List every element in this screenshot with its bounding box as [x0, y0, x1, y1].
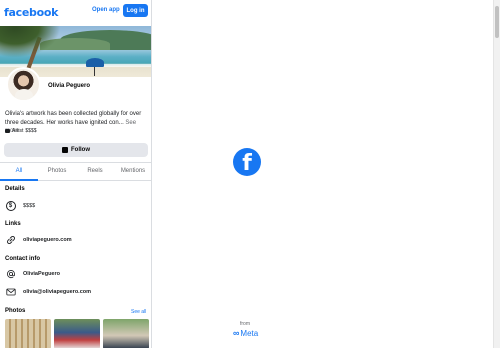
- photo-thumbnail[interactable]: [5, 319, 51, 348]
- see-all-photos-link[interactable]: See all: [131, 309, 146, 315]
- at-icon: [5, 268, 16, 279]
- instagram-handle[interactable]: OliviaPeguero: [23, 271, 60, 277]
- details-price: $$$$: [23, 202, 36, 209]
- meta-infinity-icon: ∞: [233, 328, 240, 338]
- bio-body: Olivia's artwork has been collected glob…: [5, 111, 142, 126]
- details-price-row: $ $$$$: [5, 200, 35, 211]
- tab-all[interactable]: All: [0, 162, 38, 181]
- profile-name: Olivia Peguero: [48, 83, 91, 89]
- vertical-scrollbar[interactable]: [493, 0, 500, 348]
- follow-button[interactable]: Follow: [4, 143, 148, 157]
- from-label: from: [240, 321, 250, 327]
- link-icon: [5, 234, 16, 245]
- website-row[interactable]: oliviapeguero.com: [5, 234, 72, 245]
- facebook-logo[interactable]: facebook: [4, 6, 58, 19]
- follow-label: Follow: [71, 147, 90, 153]
- tab-mentions[interactable]: Mentions: [114, 162, 151, 180]
- top-bar: facebook Open app Log in: [0, 0, 151, 24]
- facebook-f-icon: f: [233, 148, 261, 176]
- envelope-icon: [5, 286, 16, 297]
- meta-wordmark: Meta: [240, 328, 259, 338]
- photo-grid: [5, 319, 149, 348]
- scrollbar-thumb[interactable]: [495, 6, 499, 38]
- photo-thumbnail[interactable]: [103, 319, 149, 348]
- category-label: Artist: [12, 128, 24, 134]
- contact-heading: Contact info: [5, 256, 40, 262]
- meta-logo: ∞ Meta: [233, 328, 258, 338]
- briefcase-icon: [5, 129, 10, 133]
- photos-heading: Photos: [5, 308, 26, 314]
- category-row: Artist $$$$: [5, 128, 37, 134]
- photo-thumbnail[interactable]: [54, 319, 100, 348]
- price-label: $$$$: [25, 128, 37, 134]
- website-link[interactable]: oliviapeguero.com: [23, 237, 72, 243]
- follow-icon: [62, 147, 68, 153]
- price-icon: $: [5, 200, 16, 211]
- profile-panel: facebook Open app Log in Olivia Peguero …: [0, 0, 152, 348]
- login-button[interactable]: Log in: [123, 4, 148, 17]
- splash-panel: f from ∞ Meta: [153, 0, 493, 348]
- email-address[interactable]: olivia@oliviapeguero.com: [23, 289, 91, 295]
- avatar[interactable]: [6, 67, 41, 102]
- tab-photos[interactable]: Photos: [38, 162, 76, 180]
- email-row[interactable]: olivia@oliviapeguero.com: [5, 286, 91, 297]
- open-app-link[interactable]: Open app: [92, 7, 120, 13]
- links-heading: Links: [5, 221, 21, 227]
- instagram-row[interactable]: OliviaPeguero: [5, 268, 60, 279]
- details-heading: Details: [5, 186, 25, 192]
- tab-reels[interactable]: Reels: [76, 162, 114, 180]
- profile-tabs: All Photos Reels Mentions: [0, 162, 151, 181]
